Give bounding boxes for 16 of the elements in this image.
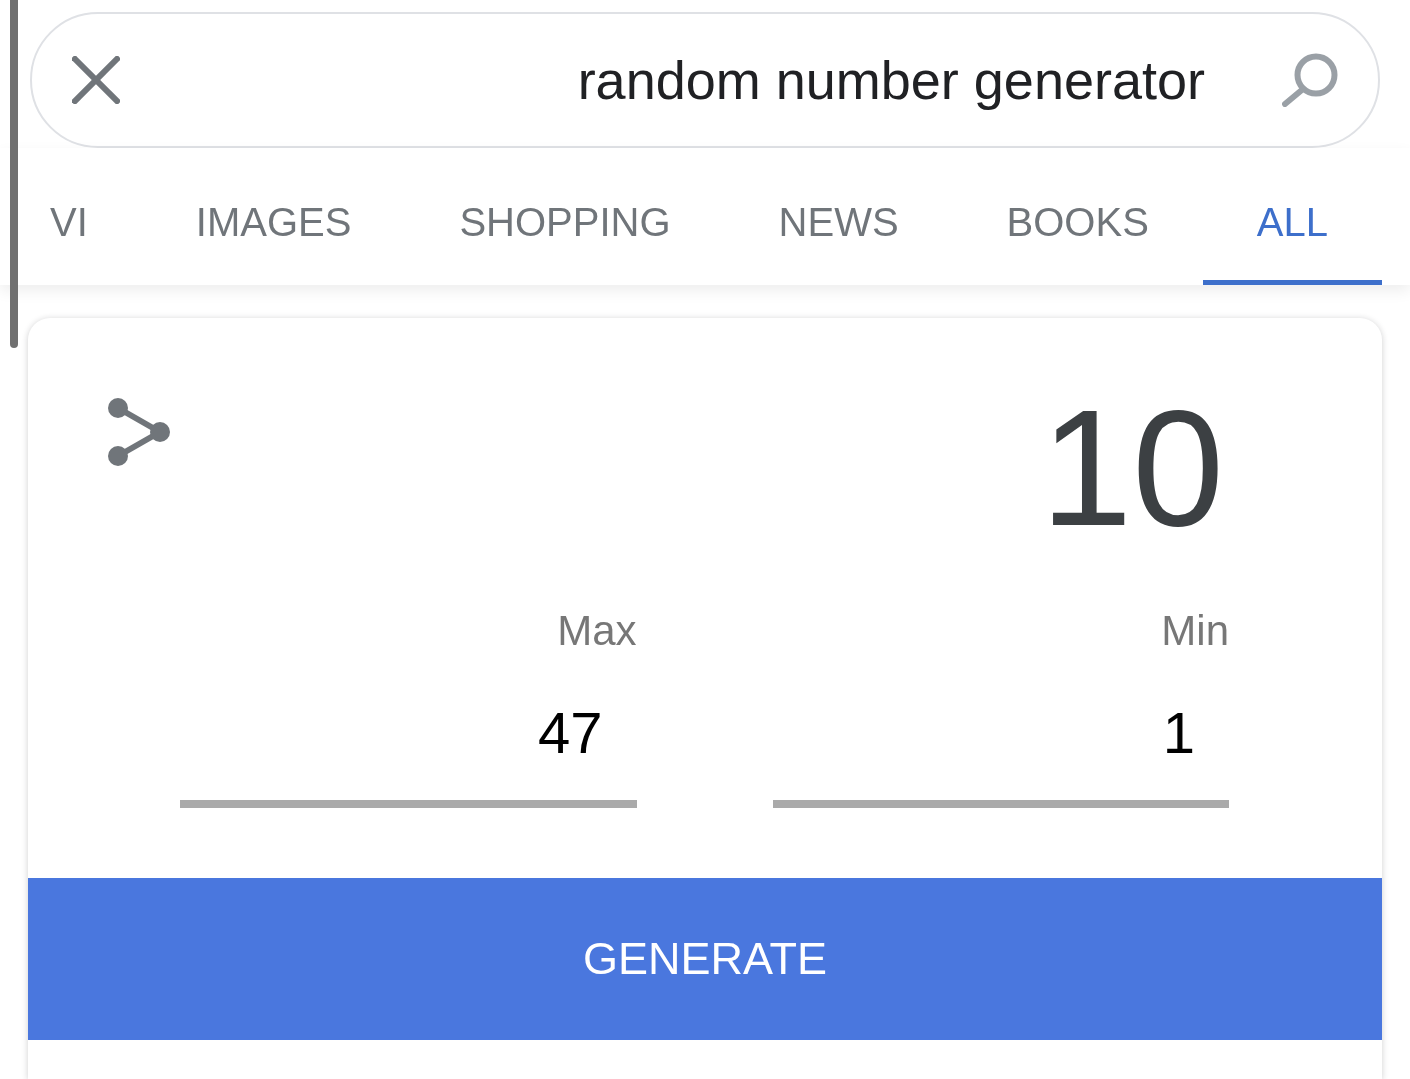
generate-button[interactable]: GENERATE xyxy=(28,878,1382,1040)
tab[interactable]: BOOKS xyxy=(952,148,1203,285)
close-icon[interactable] xyxy=(72,56,120,104)
result-number: 10 xyxy=(1040,386,1224,551)
share-icon[interactable] xyxy=(108,398,170,466)
field-label: Min xyxy=(1161,610,1229,652)
search-input[interactable]: random number generator xyxy=(160,49,1205,111)
number-input[interactable]: 1 xyxy=(772,665,1229,808)
tab[interactable]: IMAGES xyxy=(141,148,406,285)
search-icon xyxy=(1282,53,1338,107)
number-input[interactable]: 47 xyxy=(180,665,637,808)
tab[interactable]: SHOPPING xyxy=(405,148,725,285)
field-label: Max xyxy=(557,610,637,652)
tab[interactable]: NEWS xyxy=(724,148,953,285)
tab[interactable]: VI xyxy=(50,148,142,285)
search-bar[interactable]: random number generator xyxy=(30,12,1380,148)
